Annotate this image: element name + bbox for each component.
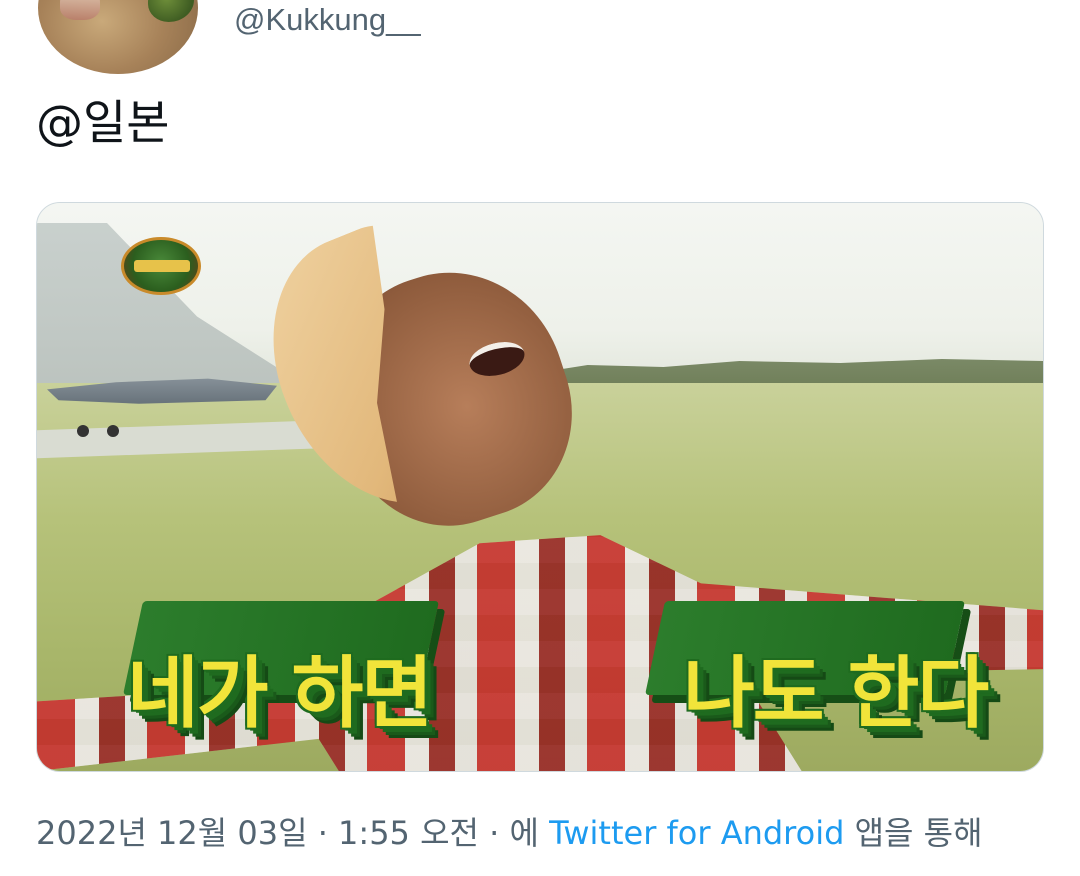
avatar-leaf-shape [148, 0, 194, 22]
plane-wheel [77, 425, 89, 437]
tweet-text: @일본 [36, 96, 170, 151]
caption-left: 네가 하면 [127, 649, 433, 739]
plane-wheel [107, 425, 119, 437]
tweet-media-image[interactable]: 네가 하면 나도 한다 [36, 202, 1044, 772]
show-logo [121, 237, 201, 295]
avatar-glass-shape [60, 0, 100, 20]
profile-avatar[interactable] [38, 0, 198, 74]
source-app-link[interactable]: Twitter for Android [549, 814, 844, 852]
tweet-timestamp[interactable]: 2022년 12월 03일 · 1:55 오전 · 에 [36, 814, 539, 852]
tweet-metadata: 2022년 12월 03일 · 1:55 오전 · 에 Twitter for … [36, 808, 983, 854]
author-handle[interactable]: @Kukkung__ [234, 2, 421, 38]
source-suffix: 앱을 통해 [854, 814, 983, 852]
caption-right: 나도 한다 [683, 649, 989, 739]
